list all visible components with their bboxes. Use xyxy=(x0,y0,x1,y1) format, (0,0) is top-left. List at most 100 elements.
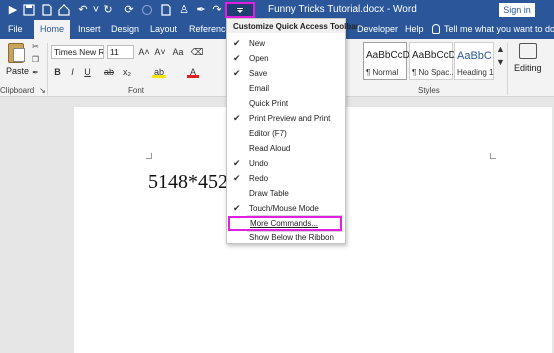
styles-scroll-down-icon[interactable]: ▼ xyxy=(495,57,506,68)
menu-item-quick-print[interactable]: Quick Print xyxy=(227,96,345,111)
menu-item-label: Undo xyxy=(249,159,269,168)
check-icon: ✔ xyxy=(233,113,241,123)
style-normal[interactable]: AaBbCcD ¶ Normal xyxy=(363,42,410,80)
person-icon[interactable]: ♙ xyxy=(177,3,191,17)
italic-button[interactable]: I xyxy=(67,67,78,78)
document-icon[interactable] xyxy=(40,3,54,17)
check-icon: ✔ xyxy=(233,203,241,213)
undo-icon[interactable]: ↶ xyxy=(76,3,90,17)
highlight-color-button[interactable]: ab xyxy=(152,67,166,78)
cut-icon[interactable]: ✂ xyxy=(31,43,40,51)
menu-item-label: Quick Print xyxy=(249,99,289,108)
menu-item-save[interactable]: ✔ Save xyxy=(227,66,345,81)
change-case-button[interactable]: Aa xyxy=(170,47,186,58)
style-name: Heading 1 xyxy=(457,68,494,77)
menu-item-label: Email xyxy=(249,84,270,93)
grow-font-button[interactable]: A˄ xyxy=(137,47,151,58)
style-name: ¶ Normal xyxy=(366,68,399,77)
refresh-icon[interactable]: ⟳ xyxy=(122,3,136,17)
subscript-button[interactable]: x₂ xyxy=(120,67,134,78)
divider xyxy=(507,43,508,95)
autosave-icon[interactable]: ▶ xyxy=(6,3,20,17)
menu-item-editor[interactable]: Editor (F7) xyxy=(227,126,345,141)
strikethrough-button[interactable]: ab xyxy=(102,67,116,78)
document-text[interactable]: 5148*452 xyxy=(148,171,228,194)
clear-formatting-icon[interactable]: ⌫ xyxy=(190,47,204,58)
menu-item-label: More Commands... xyxy=(250,219,319,228)
tab-layout[interactable]: Layout xyxy=(150,24,177,34)
check-icon: ✔ xyxy=(233,38,241,48)
paste-button[interactable]: Paste xyxy=(6,66,29,76)
title-bar: ▶ ↶ ˅ ↻ ⟳ ♙ ✒ ↷ Funny Tricks Tutorial.do… xyxy=(0,0,554,20)
style-no-spacing[interactable]: AaBbCcD ¶ No Spac... xyxy=(409,42,456,80)
underline-button[interactable]: U xyxy=(82,67,93,78)
tab-help[interactable]: Help xyxy=(405,24,424,34)
search-icon[interactable] xyxy=(519,43,537,59)
circle-icon[interactable] xyxy=(140,3,154,17)
menu-item-new[interactable]: ✔ New xyxy=(227,36,345,51)
menu-item-label: Editor (F7) xyxy=(249,129,287,138)
clipboard-group-label: Clipboard xyxy=(0,86,35,95)
menu-item-label: Show Below the Ribbon xyxy=(249,233,334,242)
customize-qat-menu: Customize Quick Access Toolbar ✔ New ✔ O… xyxy=(226,18,359,245)
redo-icon[interactable]: ↷ xyxy=(210,3,224,17)
menu-item-print-preview[interactable]: ✔ Print Preview and Print xyxy=(227,111,345,126)
style-sample: AaBbC xyxy=(457,50,492,62)
sign-in-button[interactable]: Sign in xyxy=(499,3,535,17)
style-sample: AaBbCcD xyxy=(366,50,410,61)
check-icon: ✔ xyxy=(233,53,241,63)
menu-item-email[interactable]: Email xyxy=(227,81,345,96)
font-size-field[interactable]: 11 xyxy=(107,45,134,59)
save-icon[interactable] xyxy=(22,3,36,17)
bold-button[interactable]: B xyxy=(52,67,63,78)
customize-qat-button[interactable] xyxy=(225,2,255,18)
style-heading-1[interactable]: AaBbC Heading 1 xyxy=(454,42,494,80)
styles-scroll-up-icon[interactable]: ▲ xyxy=(495,44,506,55)
margin-corner xyxy=(146,153,152,159)
menu-item-label: Save xyxy=(249,69,268,78)
copy-icon[interactable]: ❐ xyxy=(31,56,40,64)
divider xyxy=(47,43,48,95)
check-icon: ✔ xyxy=(233,158,241,168)
lightbulb-icon xyxy=(432,24,440,34)
menu-item-read-aloud[interactable]: Read Aloud xyxy=(227,141,345,156)
menu-item-open[interactable]: ✔ Open xyxy=(227,51,345,66)
font-color-button[interactable]: A xyxy=(187,67,199,78)
format-painter-icon[interactable]: ✒ xyxy=(31,69,40,77)
chevron-down-icon xyxy=(237,9,243,13)
menu-item-label: Read Aloud xyxy=(249,144,291,153)
menu-item-draw-table[interactable]: Draw Table xyxy=(227,186,345,201)
tab-developer[interactable]: Developer xyxy=(357,24,398,34)
menu-item-show-below-ribbon[interactable]: Show Below the Ribbon xyxy=(227,230,345,245)
font-group-label: Font xyxy=(128,86,145,95)
menu-item-label: Touch/Mouse Mode xyxy=(249,204,319,213)
menu-item-label: New xyxy=(249,39,266,48)
document-icon[interactable] xyxy=(159,3,173,17)
menu-item-label: Open xyxy=(249,54,269,63)
menu-item-undo[interactable]: ✔ Undo xyxy=(227,156,345,171)
tab-file[interactable]: File xyxy=(8,24,23,34)
menu-item-label: Redo xyxy=(249,174,269,183)
menu-item-label: Print Preview and Print xyxy=(249,114,331,123)
menu-item-redo[interactable]: ✔ Redo xyxy=(227,171,345,186)
home-icon[interactable] xyxy=(57,3,71,17)
style-sample: AaBbCcD xyxy=(412,50,456,61)
dialog-launcher-icon[interactable]: ↘ xyxy=(38,87,47,95)
tab-home[interactable]: Home xyxy=(34,20,71,39)
tell-me-search[interactable]: Tell me what you want to do xyxy=(444,24,554,34)
styles-group-label: Styles xyxy=(418,86,440,95)
shrink-font-button[interactable]: A˅ xyxy=(153,47,167,58)
window-title: Funny Tricks Tutorial.docx - Word xyxy=(268,4,417,15)
style-name: ¶ No Spac... xyxy=(412,68,456,77)
font-name-field[interactable]: Times New Ro xyxy=(51,45,104,59)
menu-item-more-commands[interactable]: More Commands... xyxy=(228,216,342,231)
redo-icon[interactable]: ↻ xyxy=(101,3,115,17)
tab-design[interactable]: Design xyxy=(111,24,139,34)
paste-icon[interactable] xyxy=(8,43,25,63)
tab-insert[interactable]: Insert xyxy=(78,24,101,34)
check-icon: ✔ xyxy=(233,173,241,183)
paint-icon[interactable]: ✒ xyxy=(194,3,208,17)
editing-button[interactable]: Editing xyxy=(514,63,542,73)
menu-item-touch-mouse-mode[interactable]: ✔ Touch/Mouse Mode xyxy=(227,201,345,216)
check-icon: ✔ xyxy=(233,68,241,78)
